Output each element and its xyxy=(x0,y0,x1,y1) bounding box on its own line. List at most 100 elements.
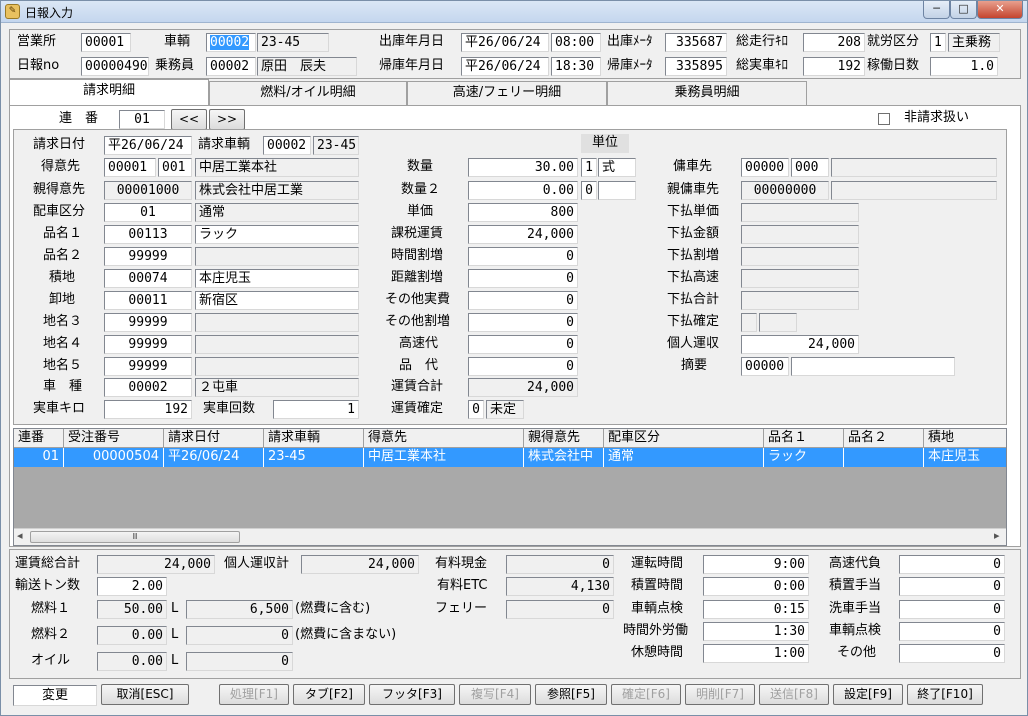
ton-field[interactable]: 2.00 xyxy=(97,577,167,596)
qty-field[interactable]: 30.00 xyxy=(468,158,578,177)
col-dispatch[interactable]: 配車区分 xyxy=(604,429,764,448)
actual-km-field[interactable]: 192 xyxy=(803,57,865,76)
close-button[interactable]: ✕ xyxy=(977,1,1023,19)
unload-place-name-field[interactable]: 新宿区 xyxy=(195,291,359,310)
settings-button[interactable]: 設定[F9] xyxy=(833,684,903,705)
place4-code-field[interactable]: 99999 xyxy=(104,335,192,354)
dispatch-code-field[interactable]: 01 xyxy=(104,203,192,222)
item2-code-field[interactable]: 99999 xyxy=(104,247,192,266)
nonbill-checkbox[interactable] xyxy=(878,113,890,125)
real-km-field[interactable]: 192 xyxy=(104,400,192,419)
customer-code-field[interactable]: 00001 xyxy=(104,158,156,177)
place3-code-field[interactable]: 99999 xyxy=(104,313,192,332)
item1-code-field[interactable]: 00113 xyxy=(104,225,192,244)
seq-field[interactable]: 01 xyxy=(119,110,165,129)
charter-code-field[interactable]: 00000 xyxy=(741,158,789,177)
tab-highway-ferry[interactable]: 高速/フェリー明細 xyxy=(407,81,607,105)
in-meter-field[interactable]: 335895 xyxy=(665,57,727,76)
col-bill-date[interactable]: 請求日付 xyxy=(164,429,264,448)
send-button[interactable]: 送信[F8] xyxy=(759,684,829,705)
col-item1[interactable]: 品名１ xyxy=(764,429,844,448)
tab-crew[interactable]: 乗務員明細 xyxy=(607,81,807,105)
goods-fee-field[interactable]: 0 xyxy=(468,357,578,376)
work-days-field[interactable]: 1.0 xyxy=(930,57,998,76)
load-place-code-field[interactable]: 00074 xyxy=(104,269,192,288)
load-place-name-field[interactable]: 本庄児玉 xyxy=(195,269,359,288)
summary-text-field[interactable] xyxy=(791,357,955,376)
out-time-field[interactable]: 08:00 xyxy=(551,33,601,52)
qty-unit-code-field[interactable]: 1 xyxy=(581,158,597,177)
col-seq[interactable]: 連番 xyxy=(14,429,64,448)
unload-place-code-field[interactable]: 00011 xyxy=(104,291,192,310)
distance-extra-field[interactable]: 0 xyxy=(468,269,578,288)
col-item2[interactable]: 品名２ xyxy=(844,429,924,448)
scroll-right-icon[interactable]: ▸ xyxy=(994,529,1000,542)
load-allowance-field[interactable]: 0 xyxy=(899,577,1005,596)
col-load-place[interactable]: 積地 xyxy=(924,429,1006,448)
cancel-button[interactable]: 取消[ESC] xyxy=(101,684,189,705)
scroll-left-icon[interactable]: ◂ xyxy=(17,529,23,542)
highway-burden-field[interactable]: 0 xyxy=(899,555,1005,574)
in-time-field[interactable]: 18:30 xyxy=(551,57,601,76)
real-count-field[interactable]: 1 xyxy=(273,400,359,419)
time-extra-field[interactable]: 0 xyxy=(468,247,578,266)
vehicle-code-field[interactable]: 00002 xyxy=(206,33,256,52)
tab-button[interactable]: タブ[F2] xyxy=(293,684,365,705)
horizontal-scrollbar[interactable]: ◂ Ⅲ ▸ xyxy=(14,528,1006,545)
confirm-button[interactable]: 確定[F6] xyxy=(611,684,681,705)
office-field[interactable]: 00001 xyxy=(81,33,131,52)
col-bill-vehicle[interactable]: 請求車輌 xyxy=(264,429,364,448)
charter-sub-field[interactable]: 000 xyxy=(791,158,829,177)
prev-record-button[interactable]: << xyxy=(171,109,207,130)
car-type-code-field[interactable]: 00002 xyxy=(104,378,192,397)
copy-button[interactable]: 複写[F4] xyxy=(459,684,531,705)
other-allowance-field[interactable]: 0 xyxy=(899,644,1005,663)
other-extra-field[interactable]: 0 xyxy=(468,313,578,332)
personal-revenue-field[interactable]: 24,000 xyxy=(741,335,859,354)
col-parent-customer[interactable]: 親得意先 xyxy=(524,429,604,448)
table-row[interactable]: 01 00000504 平26/06/24 23-45 中居工業本社 株式会社中… xyxy=(14,448,1006,467)
tab-billing[interactable]: 請求明細 xyxy=(9,79,209,106)
fare-confirm-code-field[interactable]: 0 xyxy=(468,400,484,419)
place5-code-field[interactable]: 99999 xyxy=(104,357,192,376)
crew-code-field[interactable]: 00002 xyxy=(206,57,256,76)
qty2-field[interactable]: 0.00 xyxy=(468,181,578,200)
overtime-field[interactable]: 1:30 xyxy=(703,622,809,641)
out-date-field[interactable]: 平26/06/24 xyxy=(461,33,549,52)
footer-button[interactable]: フッタ[F3] xyxy=(369,684,455,705)
drive-time-field[interactable]: 9:00 xyxy=(703,555,809,574)
work-type-code-field[interactable]: 1 xyxy=(930,33,946,52)
price-field[interactable]: 800 xyxy=(468,203,578,222)
rest-time-field[interactable]: 1:00 xyxy=(703,644,809,663)
total-km-field[interactable]: 208 xyxy=(803,33,865,52)
maximize-button[interactable]: □ xyxy=(950,1,977,19)
load-time-field[interactable]: 0:00 xyxy=(703,577,809,596)
delete-line-button[interactable]: 明削[F7] xyxy=(685,684,755,705)
qty2-unit-code-field[interactable]: 0 xyxy=(581,181,597,200)
wash-allowance-field[interactable]: 0 xyxy=(899,600,1005,619)
qty2-unit-field[interactable] xyxy=(598,181,636,200)
report-no-field[interactable]: 00000490 xyxy=(81,57,149,76)
car-check-field[interactable]: 0 xyxy=(899,622,1005,641)
qty-unit-field[interactable]: 式 xyxy=(598,158,636,177)
tab-fuel-oil[interactable]: 燃料/オイル明細 xyxy=(209,81,407,105)
minimize-button[interactable]: ─ xyxy=(923,1,950,19)
next-record-button[interactable]: >> xyxy=(209,109,245,130)
other-cost-field[interactable]: 0 xyxy=(468,291,578,310)
taxable-fare-field[interactable]: 24,000 xyxy=(468,225,578,244)
scroll-thumb[interactable]: Ⅲ xyxy=(30,531,240,543)
summary-code-field[interactable]: 00000 xyxy=(741,357,789,376)
vehicle-inspection-field[interactable]: 0:15 xyxy=(703,600,809,619)
reference-button[interactable]: 参照[F5] xyxy=(535,684,607,705)
in-date-field[interactable]: 平26/06/24 xyxy=(461,57,549,76)
out-meter-field[interactable]: 335687 xyxy=(665,33,727,52)
bill-date-field[interactable]: 平26/06/24 xyxy=(104,136,192,155)
customer-sub-field[interactable]: 001 xyxy=(158,158,192,177)
process-button[interactable]: 処理[F1] xyxy=(219,684,289,705)
item1-name-field[interactable]: ラック xyxy=(195,225,359,244)
col-order-no[interactable]: 受注番号 xyxy=(64,429,164,448)
col-customer[interactable]: 得意先 xyxy=(364,429,524,448)
highway-fee-field[interactable]: 0 xyxy=(468,335,578,354)
exit-button[interactable]: 終了[F10] xyxy=(907,684,983,705)
bill-vehicle-code-field[interactable]: 00002 xyxy=(263,136,311,155)
